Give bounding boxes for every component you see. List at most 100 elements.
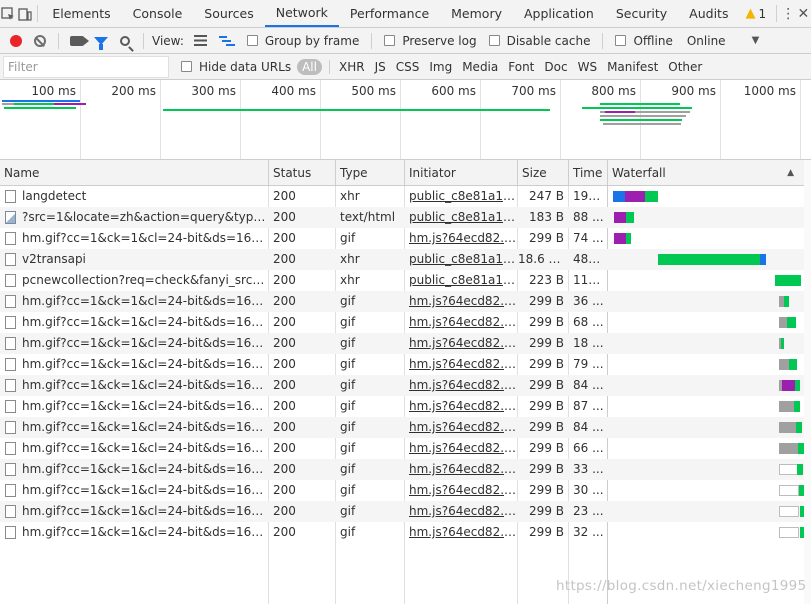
filter-type-manifest[interactable]: Manifest	[602, 60, 663, 74]
table-row[interactable]: v2transapi 200 xhr public_c8e81a1.js... 18.6…	[0, 249, 811, 270]
request-name[interactable]: hm.gif?cc=1&ck=1&cl=24-bit&ds=1680x1...	[4, 480, 268, 501]
table-row[interactable]: hm.gif?cc=1&ck=1&cl=24-bit&ds=1680x1... 2…	[0, 438, 811, 459]
checkbox-box[interactable]	[488, 35, 500, 46]
request-initiator-link[interactable]: hm.js?64ecd82...:21	[405, 417, 517, 438]
waterfall-cell[interactable]	[608, 501, 806, 522]
filter-type-js[interactable]: JS	[370, 60, 391, 74]
tab-performance[interactable]: Performance	[339, 0, 440, 27]
request-initiator-link[interactable]: hm.js?64ecd82...:21	[405, 312, 517, 333]
capture-screenshots-button[interactable]	[65, 30, 89, 52]
table-row[interactable]: hm.gif?cc=1&ck=1&cl=24-bit&ds=1680x1... 2…	[0, 501, 811, 522]
request-initiator-link[interactable]: hm.js?64ecd82...:21	[405, 480, 517, 501]
waterfall-cell[interactable]	[608, 354, 804, 375]
request-name[interactable]: hm.gif?cc=1&ck=1&cl=24-bit&ds=1680x1...	[4, 396, 268, 417]
warnings-indicator[interactable]: ▲ 1	[739, 0, 772, 27]
tab-network[interactable]: Network	[264, 0, 339, 27]
column-header-time[interactable]: Time	[569, 160, 608, 186]
waterfall-cell[interactable]	[608, 291, 804, 312]
table-row[interactable]: ?src=1&locate=zh&action=query&type=1... 2…	[0, 207, 811, 228]
filter-type-xhr[interactable]: XHR	[334, 60, 370, 74]
request-initiator-link[interactable]: hm.js?64ecd82...:21	[405, 291, 517, 312]
waterfall-cell[interactable]	[608, 396, 804, 417]
request-name[interactable]: hm.gif?cc=1&ck=1&cl=24-bit&ds=1680x1...	[4, 291, 268, 312]
filter-type-img[interactable]: Img	[424, 60, 457, 74]
request-name[interactable]: hm.gif?cc=1&ck=1&cl=24-bit&ds=1680x1...	[4, 312, 268, 333]
column-header-waterfall[interactable]: Waterfall ▲	[608, 160, 804, 186]
waterfall-cell[interactable]	[608, 312, 804, 333]
table-row[interactable]: hm.gif?cc=1&ck=1&cl=24-bit&ds=1680x1... 2…	[0, 459, 811, 480]
tab-elements[interactable]: Elements	[41, 0, 121, 27]
network-overview[interactable]: 100 ms 200 ms 300 ms 400 ms 500 ms 600 ms 700 …	[0, 80, 811, 160]
more-options-icon[interactable]: ⋮	[781, 0, 796, 27]
table-row[interactable]: hm.gif?cc=1&ck=1&cl=24-bit&ds=1680x1... 2…	[0, 228, 811, 249]
waterfall-cell[interactable]	[608, 522, 807, 543]
clear-button[interactable]	[28, 30, 52, 52]
hide-data-urls-checkbox[interactable]: Hide data URLs	[181, 60, 291, 74]
device-toolbar-icon[interactable]	[16, 0, 32, 27]
offline-checkbox[interactable]: Offline	[615, 34, 673, 48]
checkbox-box[interactable]	[181, 61, 192, 72]
table-row[interactable]: langdetect 200 xhr public_c8e81a1.js... 247 …	[0, 186, 811, 207]
tab-audits[interactable]: Audits	[678, 0, 739, 27]
filter-type-ws[interactable]: WS	[573, 60, 602, 74]
request-name[interactable]: hm.gif?cc=1&ck=1&cl=24-bit&ds=1680x1...	[4, 459, 268, 480]
request-initiator-link[interactable]: hm.js?64ecd82...:21	[405, 438, 517, 459]
preserve-log-checkbox[interactable]: Preserve log	[384, 34, 477, 48]
table-row[interactable]: hm.gif?cc=1&ck=1&cl=24-bit&ds=1680x1... 2…	[0, 291, 811, 312]
waterfall-cell[interactable]	[608, 249, 804, 270]
request-initiator-link[interactable]: hm.js?64ecd82...:21	[405, 501, 517, 522]
filter-input[interactable]	[3, 55, 169, 78]
table-row[interactable]: hm.gif?cc=1&ck=1&cl=24-bit&ds=1680x1... 2…	[0, 522, 811, 543]
group-by-frame-checkbox[interactable]: Group by frame	[246, 34, 359, 48]
request-name[interactable]: hm.gif?cc=1&ck=1&cl=24-bit&ds=1680x1...	[4, 228, 268, 249]
filter-type-other[interactable]: Other	[663, 60, 707, 74]
column-header-initiator[interactable]: Initiator	[405, 160, 518, 186]
request-name[interactable]: hm.gif?cc=1&ck=1&cl=24-bit&ds=1680x1...	[4, 438, 268, 459]
filter-toggle-button[interactable]	[89, 30, 113, 52]
table-row[interactable]: hm.gif?cc=1&ck=1&cl=24-bit&ds=1680x1... 2…	[0, 333, 811, 354]
request-name[interactable]: hm.gif?cc=1&ck=1&cl=24-bit&ds=1680x1...	[4, 354, 268, 375]
waterfall-cell[interactable]	[608, 438, 804, 459]
request-name[interactable]: langdetect	[4, 186, 268, 207]
checkbox-box[interactable]	[246, 35, 258, 46]
throttling-select[interactable]: Online ▼	[687, 34, 759, 48]
waterfall-cell[interactable]	[608, 186, 804, 207]
tab-application[interactable]: Application	[513, 0, 605, 27]
table-row[interactable]: hm.gif?cc=1&ck=1&cl=24-bit&ds=1680x1... 2…	[0, 396, 811, 417]
table-row[interactable]: hm.gif?cc=1&ck=1&cl=24-bit&ds=1680x1... 2…	[0, 312, 811, 333]
request-name[interactable]: v2transapi	[4, 249, 268, 270]
table-row[interactable]: hm.gif?cc=1&ck=1&cl=24-bit&ds=1680x1... 2…	[0, 480, 811, 501]
search-button[interactable]	[113, 30, 137, 52]
request-initiator-link[interactable]: hm.js?64ecd82...:21	[405, 333, 517, 354]
waterfall-cell[interactable]	[608, 228, 804, 249]
request-name[interactable]: hm.gif?cc=1&ck=1&cl=24-bit&ds=1680x1...	[4, 417, 268, 438]
table-row[interactable]: pcnewcollection?req=check&fanyi_src=hell…	[0, 270, 811, 291]
checkbox-box[interactable]	[615, 35, 627, 46]
request-initiator-link[interactable]: hm.js?64ecd82...:21	[405, 522, 517, 543]
filter-type-doc[interactable]: Doc	[539, 60, 572, 74]
record-button[interactable]	[4, 30, 28, 52]
request-initiator-link[interactable]: hm.js?64ecd82...:21	[405, 354, 517, 375]
filter-type-css[interactable]: CSS	[391, 60, 425, 74]
column-header-type[interactable]: Type	[336, 160, 405, 186]
table-row[interactable]: hm.gif?cc=1&ck=1&cl=24-bit&ds=1680x1... 2…	[0, 354, 811, 375]
request-name[interactable]: hm.gif?cc=1&ck=1&cl=24-bit&ds=1680x1...	[4, 333, 268, 354]
request-initiator-link[interactable]: public_c8e81a1.js...	[405, 207, 517, 228]
waterfall-cell[interactable]	[608, 417, 804, 438]
request-initiator-link[interactable]: hm.js?64ecd82...:21	[405, 396, 517, 417]
filter-type-media[interactable]: Media	[457, 60, 503, 74]
request-name[interactable]: hm.gif?cc=1&ck=1&cl=24-bit&ds=1680x1...	[4, 375, 268, 396]
disable-cache-checkbox[interactable]: Disable cache	[488, 34, 590, 48]
request-initiator-link[interactable]: public_c8e81a1.js...	[405, 270, 517, 291]
waterfall-cell[interactable]	[608, 480, 805, 501]
column-header-status[interactable]: Status	[269, 160, 336, 186]
checkbox-box[interactable]	[384, 35, 396, 46]
request-name[interactable]: ?src=1&locate=zh&action=query&type=1...	[4, 207, 268, 228]
waterfall-cell[interactable]	[608, 459, 804, 480]
filter-type-font[interactable]: Font	[503, 60, 539, 74]
request-initiator-link[interactable]: hm.js?64ecd82...:21	[405, 375, 517, 396]
tab-memory[interactable]: Memory	[440, 0, 513, 27]
table-scrollbar[interactable]	[804, 160, 811, 604]
table-row[interactable]: hm.gif?cc=1&ck=1&cl=24-bit&ds=1680x1... 2…	[0, 417, 811, 438]
request-initiator-link[interactable]: public_c8e81a1.js...	[405, 249, 517, 270]
